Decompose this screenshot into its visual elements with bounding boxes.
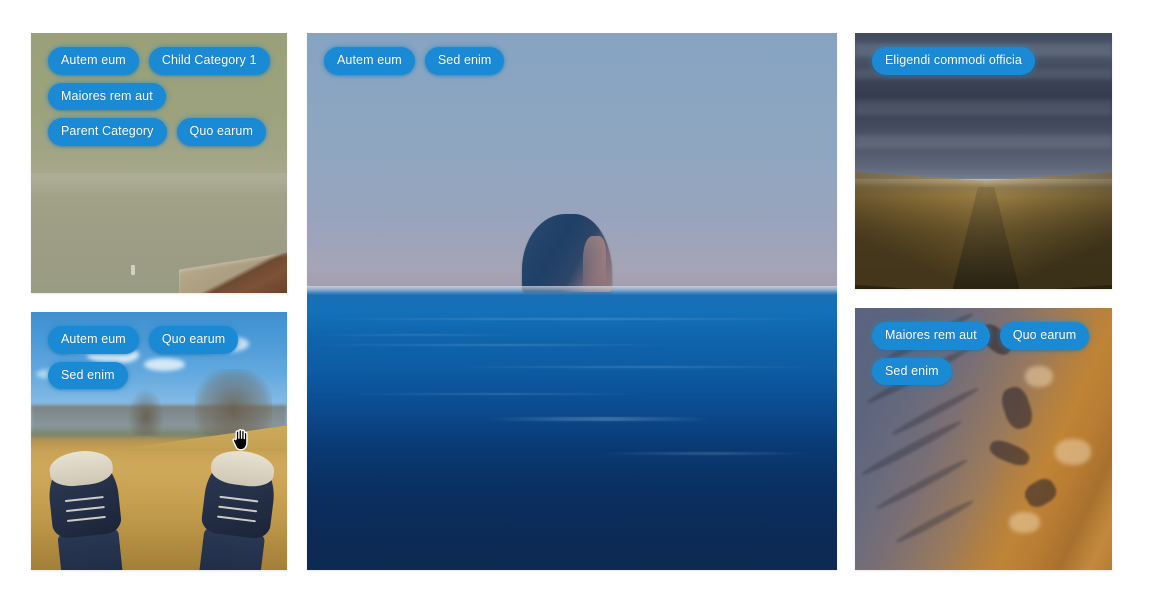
buoy-marker: [130, 264, 135, 275]
gallery-card[interactable]: Autem eum Sed enim: [307, 33, 837, 570]
island-rock: [521, 213, 612, 292]
sneaker-right: [195, 442, 279, 570]
cloud-band: [855, 99, 1112, 115]
tag-chip[interactable]: Autem eum: [48, 47, 139, 75]
island-rock-sea-photo: [307, 33, 837, 570]
tag-chip[interactable]: Parent Category: [48, 118, 167, 146]
image-gallery: Autem eum Child Category 1 Maiores rem a…: [0, 0, 1154, 604]
gallery-card[interactable]: Autem eum Child Category 1 Maiores rem a…: [31, 33, 287, 293]
tag-list: Maiores rem aut Quo earum Sed enim: [855, 308, 1112, 395]
gallery-card[interactable]: Autem eum Quo earum Sed enim: [31, 312, 287, 570]
tag-chip[interactable]: Sed enim: [48, 361, 128, 389]
gallery-card[interactable]: Maiores rem aut Quo earum Sed enim: [855, 308, 1112, 570]
wave-line: [598, 451, 811, 455]
tag-chip[interactable]: Autem eum: [324, 47, 415, 75]
tag-chip[interactable]: Maiores rem aut: [872, 322, 990, 350]
tag-chip[interactable]: Maiores rem aut: [48, 82, 166, 110]
sneaker-left: [45, 443, 127, 570]
terrain-ridge: [894, 497, 975, 545]
wave-line: [487, 416, 710, 421]
tag-list: Autem eum Sed enim: [307, 33, 837, 85]
terrain-highlight: [1009, 512, 1041, 534]
haze-band: [31, 173, 287, 200]
wave-line: [317, 317, 827, 320]
wave-line: [455, 365, 816, 368]
wave-line: [312, 333, 525, 336]
tag-list: Autem eum Child Category 1 Maiores rem a…: [31, 33, 287, 156]
wave-line: [307, 344, 678, 347]
terrain-rock: [1020, 474, 1060, 511]
tag-chip[interactable]: Eligendi commodi officia: [872, 47, 1035, 75]
terrain-rock: [986, 437, 1032, 470]
tag-chip[interactable]: Quo earum: [999, 322, 1090, 350]
wave-line: [338, 392, 647, 395]
tag-chip[interactable]: Child Category 1: [148, 47, 270, 75]
cloud-band: [855, 135, 1112, 149]
tag-chip[interactable]: Sed enim: [424, 47, 505, 75]
horizon-line: [307, 286, 837, 296]
terrain-highlight: [1055, 439, 1092, 466]
terrain-ridge: [874, 457, 969, 512]
tag-chip[interactable]: Autem eum: [48, 326, 139, 354]
tag-list: Autem eum Quo earum Sed enim: [31, 312, 287, 399]
gallery-card[interactable]: Eligendi commodi officia: [855, 33, 1112, 289]
tag-chip[interactable]: Quo earum: [148, 326, 239, 354]
pier-deck: [179, 251, 287, 293]
tag-list: Eligendi commodi officia: [855, 33, 1112, 85]
tag-chip[interactable]: Quo earum: [176, 118, 266, 146]
tag-chip[interactable]: Sed enim: [872, 357, 952, 385]
